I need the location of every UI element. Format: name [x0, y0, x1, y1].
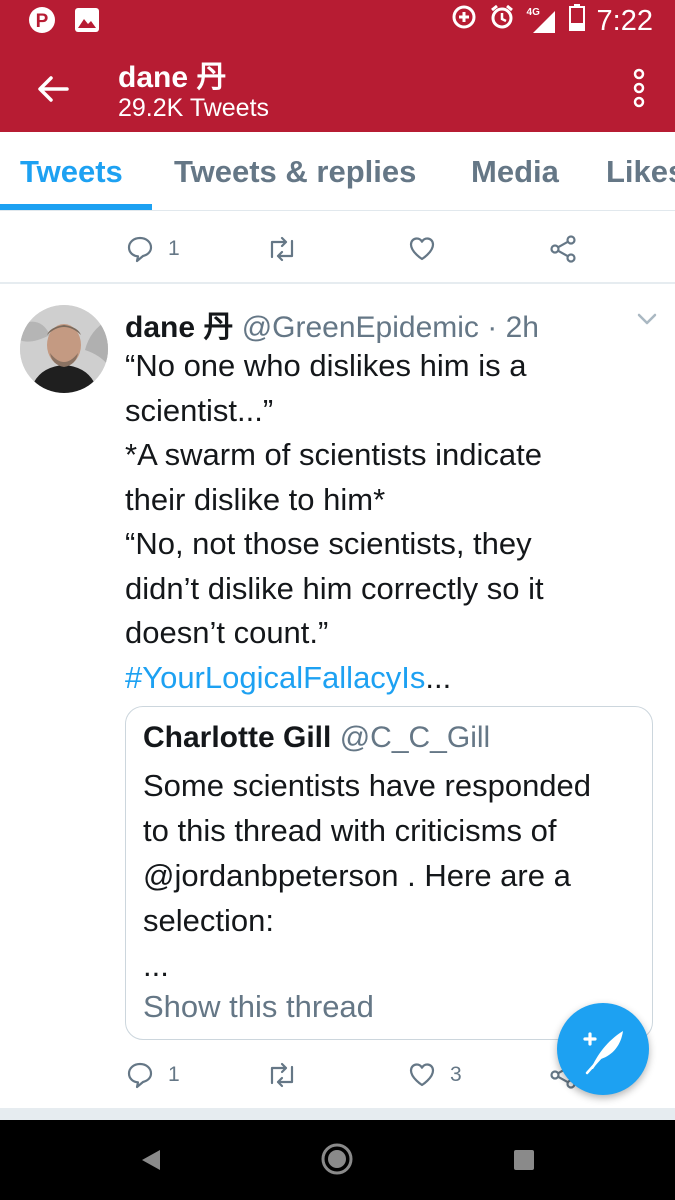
like-button[interactable]: [408, 235, 436, 263]
compose-feather-icon: [583, 1031, 623, 1075]
tweet-divider: [0, 282, 675, 284]
retweet-button[interactable]: [266, 235, 298, 263]
share-button[interactable]: [549, 235, 577, 263]
quoted-tweet-header: Charlotte Gill @C_C_Gill: [143, 721, 490, 755]
previous-tweet-actions: 1: [0, 226, 675, 276]
quoted-tweet-line: selection:: [143, 903, 274, 938]
reply-count: 1: [168, 1063, 180, 1086]
heart-icon: [409, 1063, 435, 1087]
quoted-tweet-line: @jordanbpeterson . Here are a: [143, 858, 571, 893]
reply-icon: [127, 236, 153, 263]
tab-media[interactable]: Media: [471, 154, 559, 190]
svg-text:P: P: [36, 11, 49, 32]
quoted-author-name: Charlotte Gill: [143, 721, 332, 754]
profile-name-title: dane 丹: [118, 61, 227, 94]
tweet-line: their dislike to him*: [125, 481, 386, 517]
tweet-line: doesn’t count.”: [125, 615, 329, 650]
chevron-down-icon[interactable]: [636, 312, 658, 326]
like-button[interactable]: 3: [408, 1061, 462, 1089]
more-options-icon[interactable]: [633, 68, 645, 108]
reply-count: 1: [168, 237, 180, 260]
author-handle[interactable]: @GreenEpidemic: [242, 311, 479, 344]
tweet-body: “No one who dislikes him is a scientist.…: [125, 344, 645, 700]
reply-button[interactable]: 1: [126, 1061, 180, 1089]
nav-back-icon[interactable]: [140, 1148, 162, 1177]
tab-tweets-and-replies[interactable]: Tweets & replies: [174, 154, 416, 190]
tweet-line-hashtag: #YourLogicalFallacyIs...: [125, 656, 645, 701]
tweet-line: scientist...”: [125, 392, 274, 428]
active-tab-indicator: [0, 204, 152, 210]
quoted-tweet-line: ...: [143, 948, 169, 983]
tweet-timestamp: · 2h: [487, 311, 539, 344]
quoted-tweet-card[interactable]: Charlotte Gill @C_C_Gill Some scientists…: [125, 706, 653, 1040]
status-bar: P 4G 7:22: [0, 0, 675, 44]
quoted-tweet-line: to this thread with criticisms of: [143, 813, 557, 848]
tweet-line: “No one who dislikes him is a: [125, 348, 527, 383]
nav-recents-icon[interactable]: [513, 1149, 535, 1176]
quoted-tweet-body: Some scientists have responded to this t…: [143, 763, 643, 988]
nav-home-icon[interactable]: [320, 1142, 354, 1181]
show-thread-link[interactable]: Show this thread: [143, 989, 374, 1025]
like-count: 3: [450, 1063, 462, 1086]
reply-icon: [127, 1062, 153, 1089]
tab-tweets[interactable]: Tweets: [20, 154, 123, 190]
quoted-author-handle: @C_C_Gill: [339, 721, 491, 754]
author-name[interactable]: dane 丹: [125, 311, 233, 344]
data-saver-icon: [451, 4, 477, 38]
gallery-icon: [74, 7, 100, 38]
retweet-icon: [270, 1062, 294, 1088]
clock-time: 7:22: [596, 4, 653, 37]
tweet-header: dane 丹 @GreenEpidemic · 2h: [125, 302, 539, 346]
tab-likes[interactable]: Likes: [606, 154, 675, 190]
tweet-count: 29.2K Tweets: [118, 94, 270, 122]
share-icon: [550, 235, 576, 263]
signal-icon: 4G: [527, 7, 557, 35]
battery-icon: [568, 3, 585, 39]
compose-tweet-button[interactable]: [557, 1003, 649, 1095]
hashtag-link[interactable]: #YourLogicalFallacyIs: [125, 660, 425, 695]
truncation-ellipsis: ...: [425, 659, 452, 695]
pinterest-icon: P: [28, 6, 56, 39]
tweet-line: didn’t dislike him correctly so it: [125, 570, 544, 606]
reply-button[interactable]: 1: [126, 235, 180, 263]
system-navigation-bar: [0, 1120, 675, 1200]
list-end-divider: [0, 1108, 675, 1120]
profile-tabs: Tweets Tweets & replies Media Likes: [0, 132, 675, 211]
heart-icon: [409, 237, 435, 261]
retweet-button[interactable]: [266, 1061, 298, 1089]
tweet-line: “No, not those scientists, they: [125, 526, 532, 561]
alarm-icon: [489, 4, 515, 38]
quoted-tweet-line: Some scientists have responded: [143, 768, 592, 803]
profile-app-bar: dane 丹 29.2K Tweets: [0, 44, 675, 132]
tweet-line: *A swarm of scientists indicate: [125, 437, 542, 472]
retweet-icon: [270, 236, 294, 262]
back-arrow-icon[interactable]: [36, 72, 70, 106]
avatar[interactable]: [20, 305, 108, 393]
